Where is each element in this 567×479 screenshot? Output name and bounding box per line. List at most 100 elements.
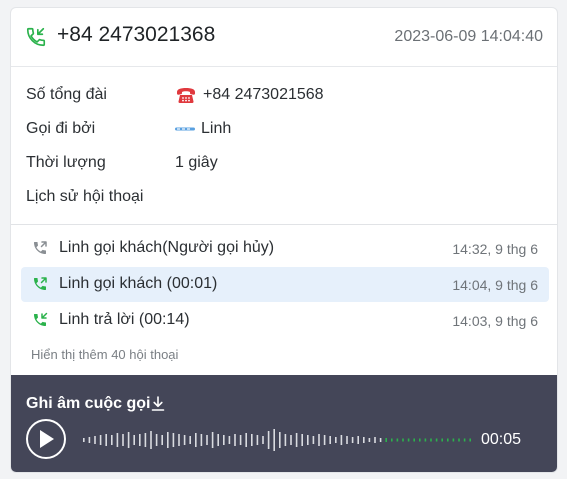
hotline-row: Số tổng đài +84 2473021568 xyxy=(11,86,557,110)
waveform-bar xyxy=(312,436,315,444)
waveform-bar xyxy=(430,438,432,442)
waveform-bar xyxy=(161,435,163,445)
waveform-bar xyxy=(402,438,404,442)
recording-duration: 00:05 xyxy=(481,431,522,448)
waveform-bar xyxy=(435,438,438,442)
waveform-bar xyxy=(413,438,415,442)
waveform-bar xyxy=(351,437,354,443)
audio-waveform[interactable] xyxy=(81,425,473,455)
history-heading-row: Lịch sử hội thoại xyxy=(11,188,557,212)
waveform-bar xyxy=(228,436,231,444)
history-item-text: Linh trả lời (00:14) xyxy=(59,311,190,328)
waveform-bar xyxy=(206,435,208,445)
waveform-bar xyxy=(424,438,427,442)
caller-label: Gọi đi bởi xyxy=(26,120,96,137)
waveform-bar xyxy=(155,434,158,446)
waveform-bar xyxy=(357,436,359,444)
waveform-bar xyxy=(463,438,466,442)
play-button[interactable] xyxy=(26,419,66,459)
waveform-bar xyxy=(374,437,376,443)
phone-incoming-icon xyxy=(32,312,48,328)
waveform-bar xyxy=(150,431,152,449)
caller-value: Linh xyxy=(201,120,232,137)
waveform-bar xyxy=(447,438,449,442)
recording-title: Ghi âm cuộc gọi xyxy=(26,395,151,412)
waveform-bar xyxy=(211,432,214,448)
waveform-bar xyxy=(133,435,135,445)
waveform-bar xyxy=(329,436,331,444)
history-item-text: Linh gọi khách(Người gọi hủy) xyxy=(59,239,275,256)
history-item[interactable]: Linh trả lời (00:14) 14:03, 9 thg 6 xyxy=(21,303,549,338)
waveform-bar xyxy=(195,433,197,447)
waveform-bar xyxy=(83,438,85,442)
waveform-bar xyxy=(335,437,337,443)
waveform-bar xyxy=(256,435,259,445)
caller-row: Gọi đi bởi Linh xyxy=(11,120,557,144)
history-item[interactable]: Linh gọi khách (00:01) 14:04, 9 thg 6 xyxy=(21,267,549,302)
waveform-bar xyxy=(172,433,175,447)
waveform-bar xyxy=(183,435,186,445)
history-item-time: 14:03, 9 thg 6 xyxy=(452,313,538,329)
waveform-bar xyxy=(167,432,169,448)
waveform-bar xyxy=(346,436,348,444)
waveform-bar xyxy=(178,434,180,446)
waveform-bar xyxy=(223,435,225,445)
waveform-bar xyxy=(307,435,309,445)
waveform-bar xyxy=(245,433,247,447)
waveform-bar xyxy=(94,436,96,444)
waveform-bar xyxy=(111,435,113,445)
call-details: Số tổng đài +84 2473021568 Gọi đi bởi Li… xyxy=(11,68,557,225)
phone-outgoing-icon xyxy=(32,276,48,292)
waveform-bar xyxy=(139,434,141,446)
waveform-bar xyxy=(385,438,387,442)
history-item-time: 14:04, 9 thg 6 xyxy=(452,277,538,293)
waveform-bar xyxy=(379,438,382,442)
history-item-time: 14:32, 9 thg 6 xyxy=(452,241,538,257)
waveform-bar xyxy=(217,434,219,446)
waveform-bar xyxy=(452,438,455,442)
waveform-bar xyxy=(284,434,287,446)
waveform-bar xyxy=(419,438,421,442)
waveform-bar xyxy=(200,434,203,446)
waveform-bar xyxy=(273,429,275,451)
waveform-bar xyxy=(469,438,471,442)
waveform-bar xyxy=(251,434,253,446)
duration-label: Thời lượng xyxy=(26,154,106,171)
waveform-bar xyxy=(127,432,130,448)
waveform-bar xyxy=(105,434,107,446)
waveform-bar xyxy=(301,434,303,446)
show-more-link[interactable]: Hiển thị thêm 40 hội thoại xyxy=(31,347,178,362)
play-icon xyxy=(40,430,54,448)
caller-phone-number: +84 2473021368 xyxy=(57,23,216,46)
waveform-bar xyxy=(239,435,242,445)
waveform-bar xyxy=(267,431,270,449)
history-label: Lịch sử hội thoại xyxy=(26,188,144,205)
waveform-bar xyxy=(318,434,320,446)
call-recording-player: Ghi âm cuộc gọi 00:05 xyxy=(11,375,557,472)
waveform-bar xyxy=(234,434,236,446)
waveform-bar xyxy=(99,435,102,445)
download-icon[interactable] xyxy=(151,396,165,412)
hotline-value: +84 2473021568 xyxy=(203,86,324,103)
waveform-bar xyxy=(396,438,399,442)
telephone-icon xyxy=(177,88,195,103)
waveform-bar xyxy=(368,438,371,442)
call-timestamp: 2023-06-09 14:04:40 xyxy=(394,28,543,45)
duration-value: 1 giây xyxy=(175,154,218,171)
waveform-bar xyxy=(407,438,410,442)
history-item[interactable]: Linh gọi khách(Người gọi hủy) 14:32, 9 t… xyxy=(21,231,549,266)
waveform-bar xyxy=(441,438,443,442)
waveform-bar xyxy=(122,434,124,446)
call-detail-card: +84 2473021368 2023-06-09 14:04:40 Số tổ… xyxy=(10,7,558,473)
waveform-bar xyxy=(391,438,393,442)
history-item-text: Linh gọi khách (00:01) xyxy=(59,275,218,292)
hotline-label: Số tổng đài xyxy=(26,86,107,103)
hotline-value-wrap: +84 2473021568 xyxy=(175,86,324,104)
waveform-bar xyxy=(340,435,343,445)
waveform-bar xyxy=(363,437,365,443)
phone-incoming-icon xyxy=(26,27,46,47)
waveform-bar xyxy=(458,438,460,442)
waveform-bar xyxy=(144,433,147,447)
duration-row: Thời lượng 1 giây xyxy=(11,154,557,178)
waveform-bar xyxy=(88,437,91,443)
